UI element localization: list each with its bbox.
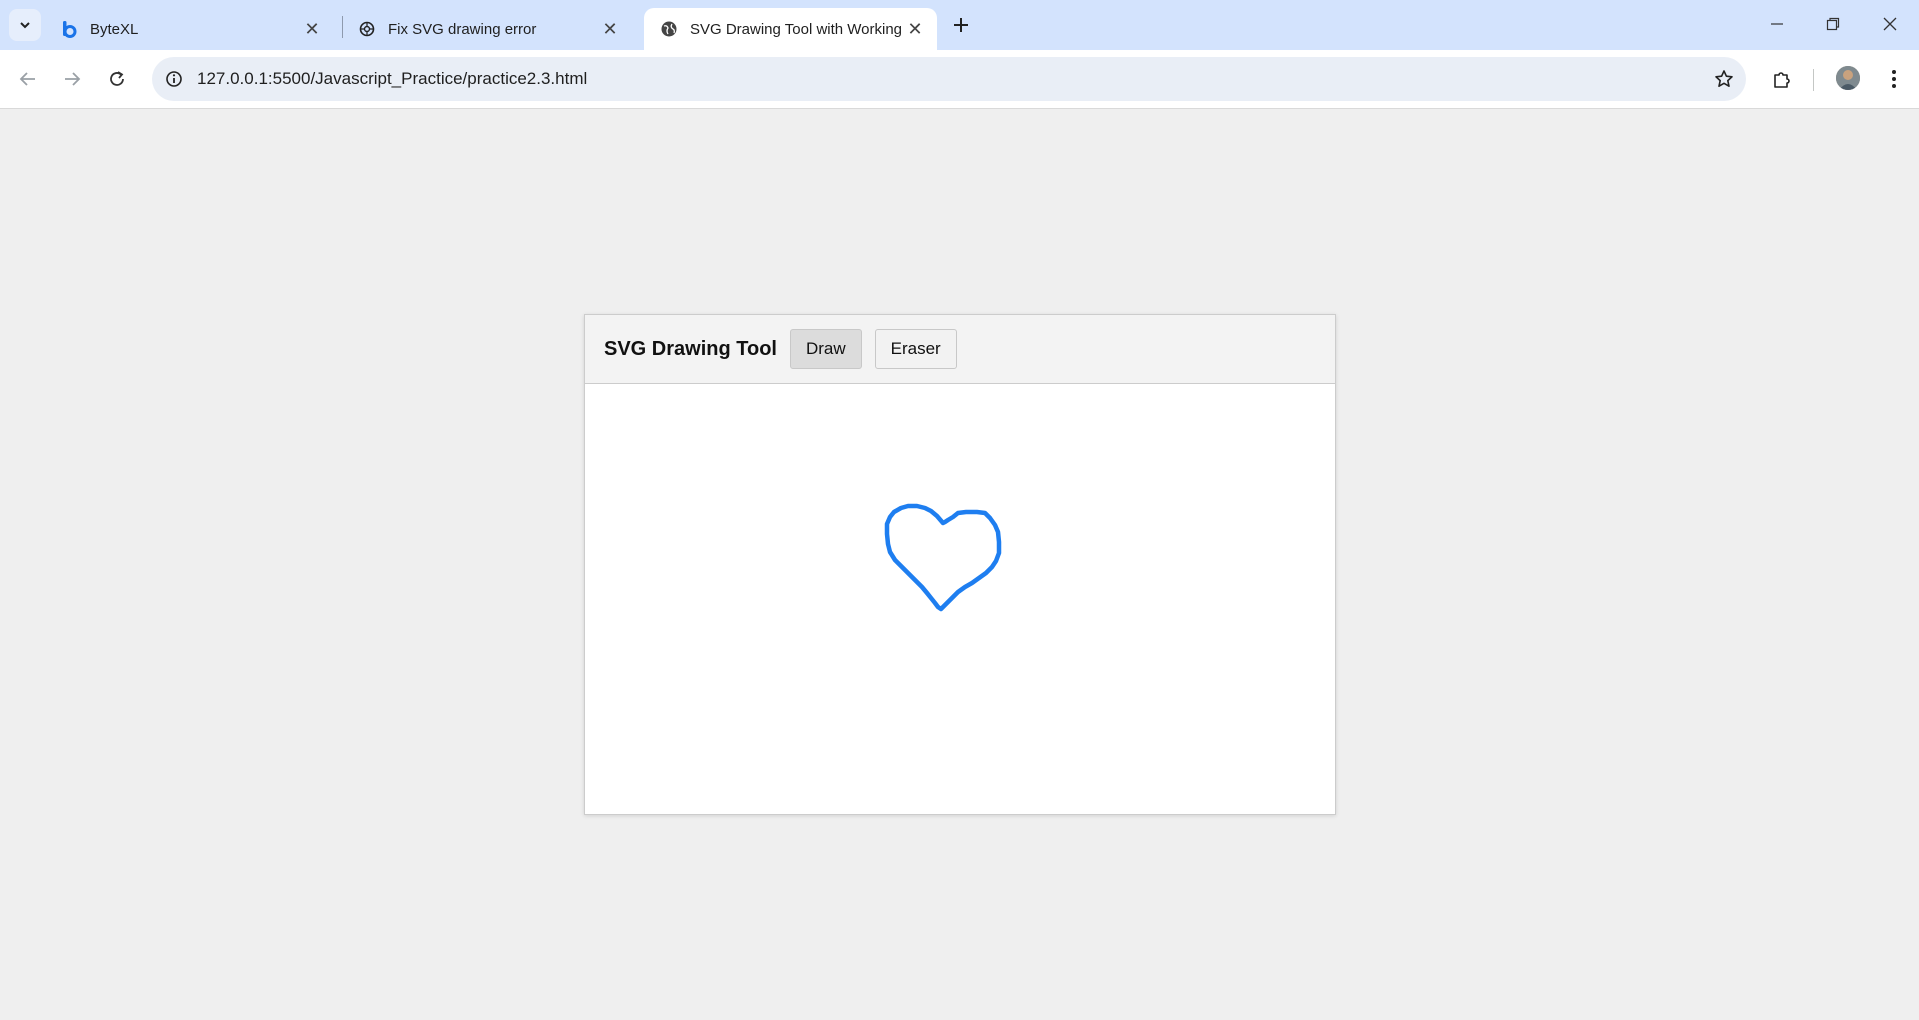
forward-button[interactable] <box>56 63 88 95</box>
kebab-menu-icon <box>1892 70 1896 88</box>
tab-title: SVG Drawing Tool with Working <box>690 20 903 38</box>
drawing-app-panel: SVG Drawing Tool Draw Eraser <box>584 314 1336 815</box>
address-bar[interactable]: 127.0.0.1:5500/Javascript_Practice/pract… <box>152 57 1746 101</box>
tab-search-button[interactable] <box>9 9 41 41</box>
globe-icon <box>660 20 678 38</box>
bookmark-star-icon[interactable] <box>1712 67 1736 91</box>
new-tab-button[interactable] <box>948 12 974 38</box>
close-icon[interactable]: ✕ <box>905 19 925 39</box>
draw-button[interactable]: Draw <box>789 329 862 369</box>
chevron-down-icon <box>20 22 30 29</box>
close-icon[interactable]: ✕ <box>600 19 620 39</box>
plus-icon <box>954 18 968 32</box>
arrow-right-icon <box>65 72 81 86</box>
close-icon <box>1883 17 1897 31</box>
bytexl-icon <box>60 20 78 38</box>
tab-bytexl[interactable]: ByteXL ✕ <box>44 8 334 50</box>
eraser-button[interactable]: Eraser <box>874 329 957 369</box>
url-text[interactable]: 127.0.0.1:5500/Javascript_Practice/pract… <box>197 69 587 89</box>
minimize-button[interactable] <box>1757 6 1797 42</box>
minimize-icon <box>1771 23 1783 25</box>
arrow-left-icon <box>19 72 35 86</box>
tab-fix-svg[interactable]: Fix SVG drawing error ✕ <box>342 8 632 50</box>
chatgpt-icon <box>358 20 376 38</box>
drawing-canvas[interactable] <box>585 384 1335 814</box>
extensions-button[interactable] <box>1766 63 1798 95</box>
reload-icon <box>110 71 124 86</box>
page-title: SVG Drawing Tool <box>604 337 777 360</box>
close-window-button[interactable] <box>1870 6 1910 42</box>
puzzle-icon <box>1774 72 1790 88</box>
site-info-icon[interactable] <box>162 67 186 91</box>
tab-title: Fix SVG drawing error <box>388 20 537 38</box>
restore-icon <box>1826 17 1840 31</box>
browser-menu-button[interactable] <box>1878 63 1910 95</box>
toolbar-separator <box>1813 69 1814 91</box>
browser-toolbar: 127.0.0.1:5500/Javascript_Practice/pract… <box>0 50 1919 109</box>
tab-title: ByteXL <box>90 20 139 38</box>
restore-button[interactable] <box>1813 6 1853 42</box>
reload-button[interactable] <box>101 63 133 95</box>
tab-strip: ByteXL ✕ Fix SVG drawing error ✕ SVG Dra… <box>0 0 1919 50</box>
profile-avatar[interactable] <box>1836 66 1860 90</box>
drawn-heart-stroke <box>884 503 1002 612</box>
tab-svg-drawing-tool[interactable]: SVG Drawing Tool with Working ✕ <box>644 8 937 50</box>
back-button[interactable] <box>12 63 44 95</box>
close-icon[interactable]: ✕ <box>302 19 322 39</box>
app-toolbar: SVG Drawing Tool Draw Eraser <box>585 315 1335 384</box>
browser-chrome: ByteXL ✕ Fix SVG drawing error ✕ SVG Dra… <box>0 0 1919 109</box>
